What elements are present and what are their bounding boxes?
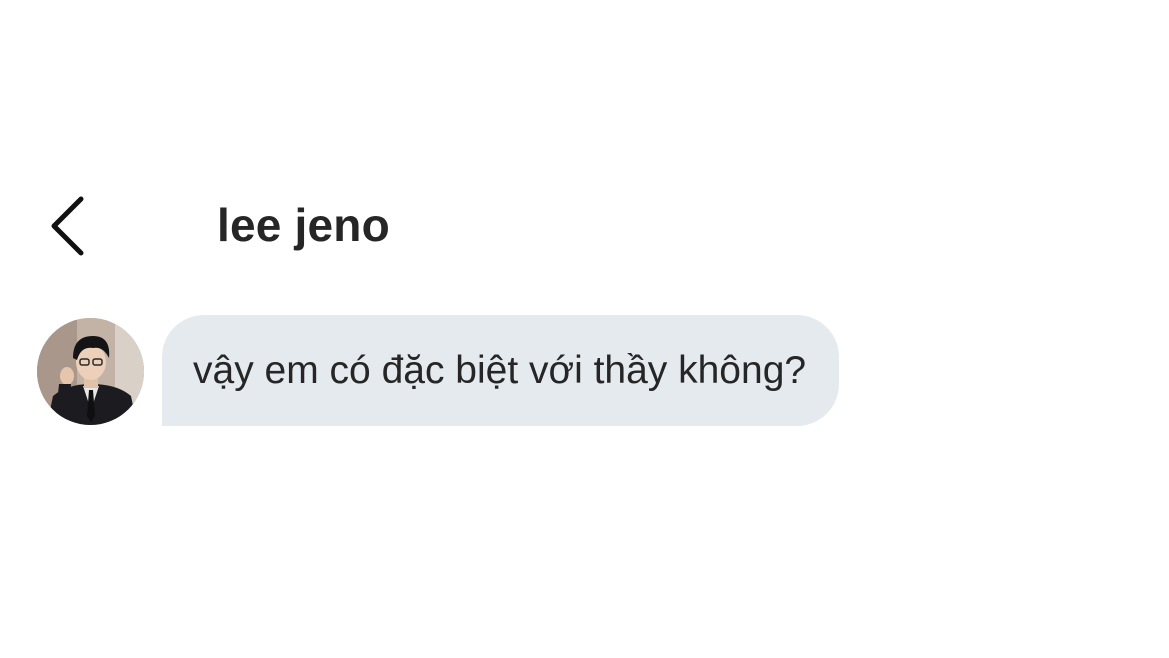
back-button[interactable] — [36, 188, 100, 264]
contact-name[interactable]: lee jeno — [217, 198, 390, 252]
avatar[interactable] — [37, 318, 144, 425]
message-row: vậy em có đặc biệt với thầy không? — [0, 314, 1169, 428]
chat-screen: lee jeno vậy em có đặc biệt với thầy khô… — [0, 0, 1169, 658]
avatar-photo — [37, 318, 144, 425]
message-text: vậy em có đặc biệt với thầy không? — [193, 348, 807, 392]
chevron-left-icon — [51, 196, 84, 256]
message-bubble[interactable]: vậy em có đặc biệt với thầy không? — [162, 315, 840, 426]
chat-header: lee jeno — [0, 178, 1169, 274]
